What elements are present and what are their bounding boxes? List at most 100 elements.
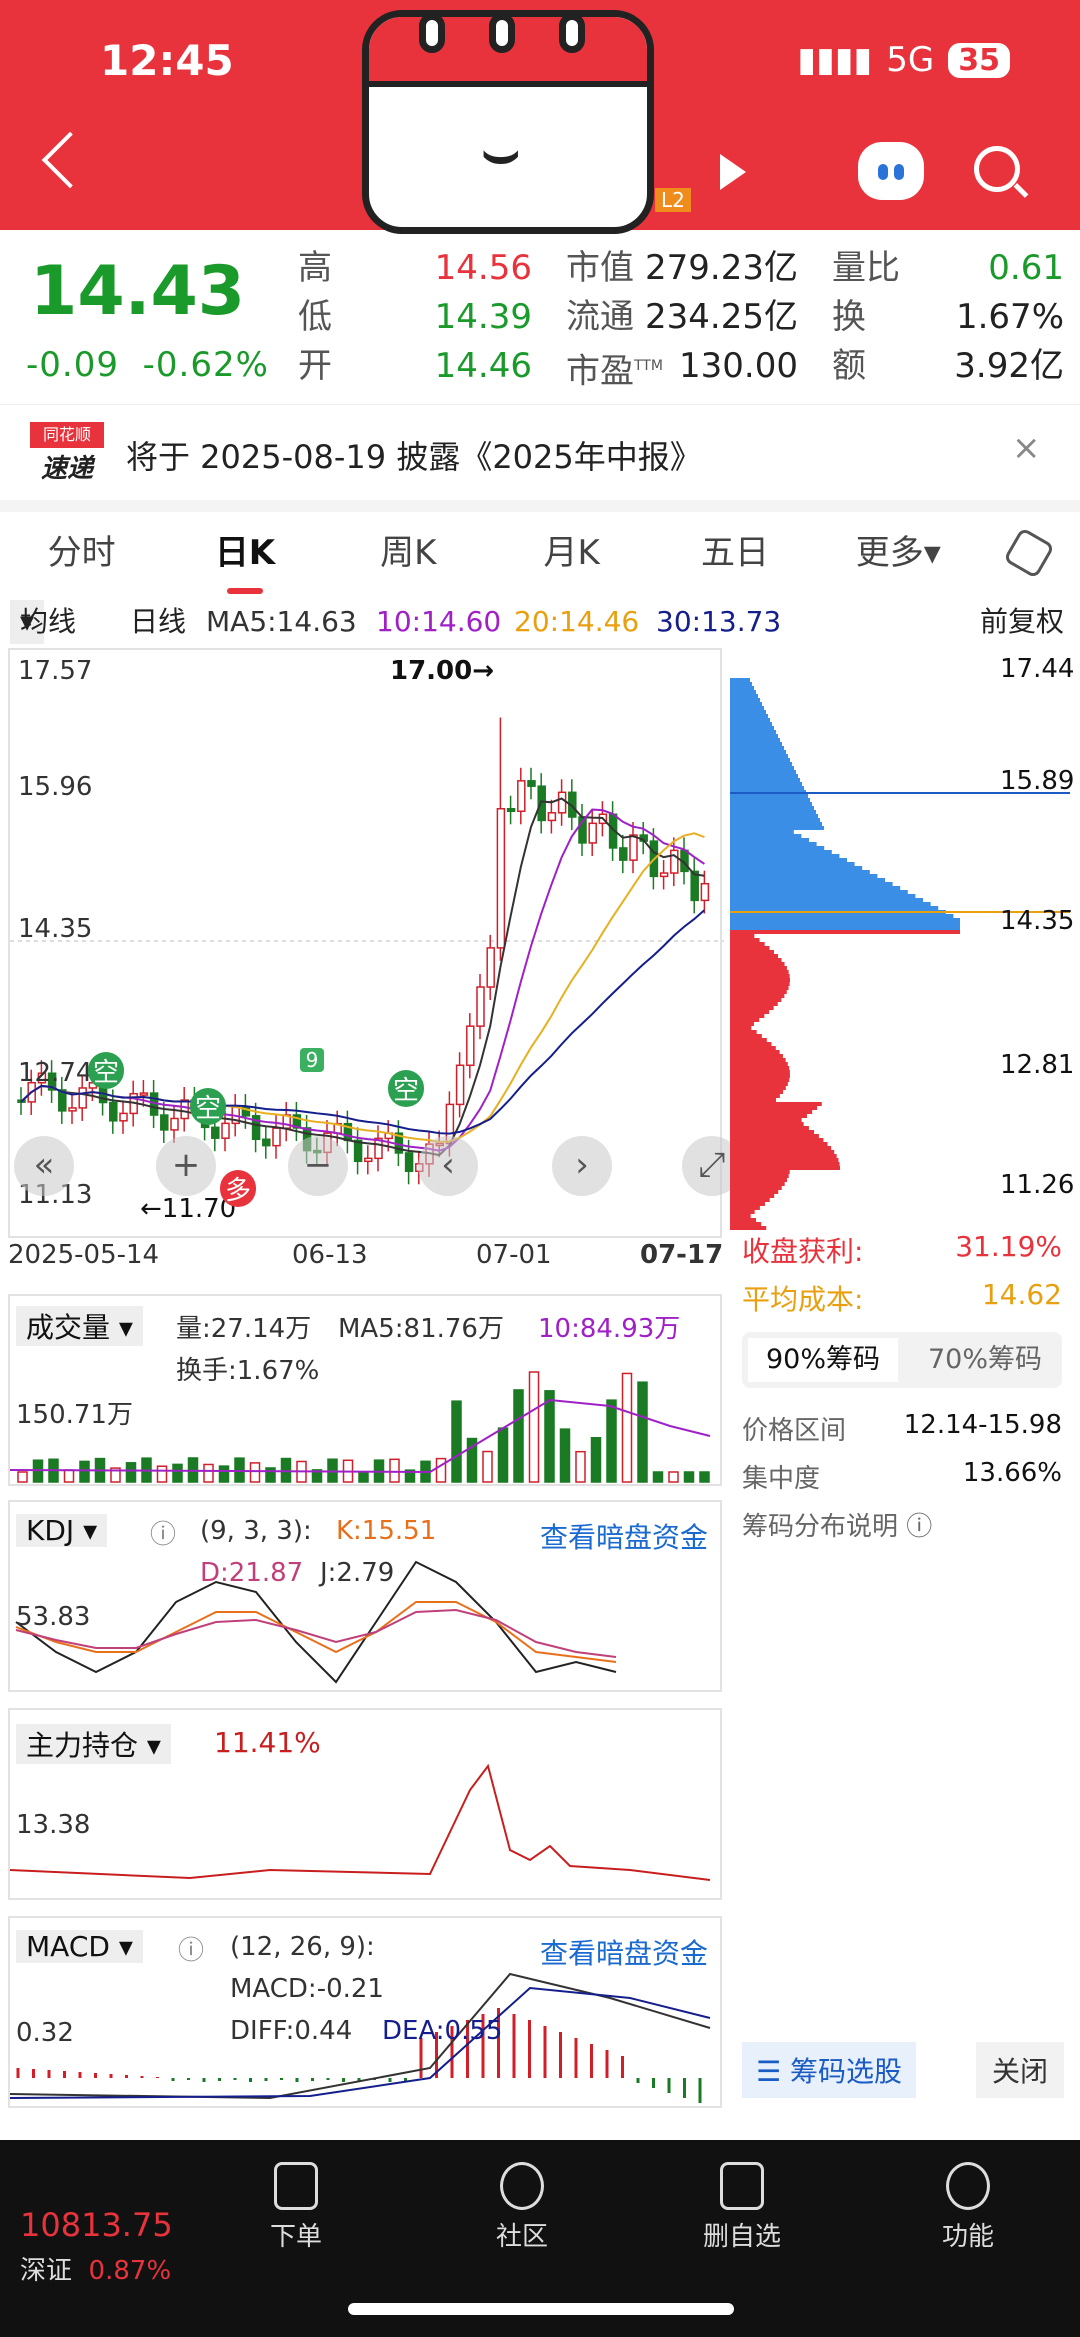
- kdj-panel[interactable]: KDJ ▾ ⓘ (9, 3, 3): K:15.51 查看暗盘资金 D:21.8…: [8, 1500, 722, 1692]
- next-stock-arrow-icon[interactable]: [720, 154, 746, 190]
- notice-banner[interactable]: 同花顺 速递 将于 2025-08-19 披露《2025年中报》 ×: [0, 410, 1080, 500]
- chip-select-button[interactable]: ☰ 筹码选股: [742, 2042, 917, 2098]
- chip-bar: [730, 782, 802, 786]
- nav-order[interactable]: 下单: [236, 2150, 356, 2253]
- main-force-selector-dropdown[interactable]: 主力持仓 ▾: [16, 1724, 171, 1764]
- signal-short-badge[interactable]: 空: [190, 1088, 226, 1125]
- cost-label: 平均成本:: [742, 1283, 864, 1316]
- chip-bar: [730, 874, 878, 878]
- signal-short-badge[interactable]: 空: [388, 1070, 424, 1107]
- dark-pool-link[interactable]: 查看暗盘资金: [540, 1516, 708, 1556]
- close-icon[interactable]: ×: [1012, 428, 1041, 468]
- help-icon[interactable]: ⓘ: [150, 1514, 176, 1551]
- scroll-left-icon[interactable]: ‹: [418, 1136, 478, 1196]
- zoom-out-arrows-icon[interactable]: «: [14, 1136, 74, 1196]
- kline-chart-panel[interactable]: 17.57 15.96 14.35 12.74 11.13 17.00→ ←11…: [8, 648, 724, 1238]
- chip-bar: [730, 750, 786, 754]
- chip-bar: [730, 1010, 770, 1014]
- adjust-mode-button[interactable]: 前复权: [980, 600, 1064, 644]
- macd-panel[interactable]: MACD ▾ ⓘ (12, 26, 9): 查看暗盘资金 MACD:-0.21 …: [8, 1916, 722, 2108]
- tab-monthly-k[interactable]: 月K: [490, 518, 653, 588]
- chip-bar: [730, 678, 750, 682]
- kline-ylabel: 12.74: [18, 1058, 93, 1088]
- chip-bar: [730, 986, 789, 990]
- chip-explain-link[interactable]: 筹码分布说明 ⓘ: [742, 1506, 932, 1543]
- chip-bar: [730, 1034, 762, 1038]
- volume-selector-dropdown[interactable]: 成交量 ▾: [16, 1306, 143, 1346]
- ma-selector-dropdown[interactable]: 均线 ▾: [10, 600, 76, 644]
- tab-more[interactable]: 更多▾: [817, 518, 980, 588]
- chip-bar: [730, 870, 870, 874]
- macd-selector-dropdown[interactable]: MACD ▾: [16, 1930, 143, 1963]
- chip-bar: [730, 934, 755, 938]
- community-star-icon: [500, 2162, 544, 2210]
- index-ticker[interactable]: 10813.75 深证 0.87%: [20, 2170, 173, 2287]
- volume-selector-label: 成交量: [26, 1311, 111, 1344]
- volume-bar: [389, 1458, 400, 1483]
- volume-ylabel: 150.71万: [16, 1400, 133, 1430]
- value-pe: 130.00: [679, 346, 798, 386]
- tab-intraday[interactable]: 分时: [0, 518, 163, 588]
- signal-long-badge[interactable]: 多: [220, 1170, 256, 1207]
- kdj-selector-dropdown[interactable]: KDJ ▾: [16, 1514, 108, 1547]
- chip-bar: [730, 798, 810, 802]
- kline-ylabel: 14.35: [18, 914, 93, 944]
- index-name: 深证: [20, 2256, 73, 2286]
- macd-value: MACD:-0.21: [230, 1974, 384, 2004]
- help-icon[interactable]: ⓘ: [178, 1930, 204, 1967]
- kline-ylabel: 15.96: [18, 772, 93, 802]
- calendar-mascot-icon[interactable]: ⌣: [362, 10, 654, 234]
- chip-bar: [730, 858, 847, 862]
- nav-community-label: 社区: [495, 2222, 548, 2252]
- zoom-in-icon[interactable]: +: [156, 1136, 216, 1196]
- nav-community[interactable]: 社区: [462, 2150, 582, 2253]
- ai-assistant-robot-icon[interactable]: [858, 142, 924, 200]
- news-logo-bottom: 速递: [40, 454, 93, 484]
- dark-pool-link[interactable]: 查看暗盘资金: [540, 1932, 708, 1972]
- tab-weekly-k[interactable]: 周K: [327, 518, 490, 588]
- signal-short-badge[interactable]: 空: [88, 1052, 124, 1089]
- tab-chip-70[interactable]: 70%筹码: [910, 1338, 1060, 1382]
- candle-body: [455, 1064, 465, 1106]
- chip-bar: [730, 718, 770, 722]
- home-indicator: [348, 2303, 734, 2315]
- volume-panel[interactable]: 成交量 ▾ 量:27.14万 MA5:81.76万 10:84.93万 换手:1…: [8, 1294, 722, 1486]
- candle-body: [109, 1101, 118, 1122]
- main-force-panel[interactable]: 主力持仓 ▾ 11.41% 13.38: [8, 1708, 722, 1900]
- chip-bar: [730, 1222, 762, 1226]
- tab-daily-k[interactable]: 日K: [163, 518, 326, 594]
- chip-bar: [730, 1138, 824, 1142]
- chip-distribution-chart[interactable]: 17.44 15.89 14.35 12.81 11.26: [730, 648, 1074, 1238]
- chip-bar: [730, 802, 812, 806]
- chip-bar: [730, 1054, 783, 1058]
- chip-bar: [730, 902, 931, 906]
- chip-bar: [730, 690, 756, 694]
- tab-chip-90[interactable]: 90%筹码: [748, 1338, 898, 1382]
- minus-icon[interactable]: −: [288, 1136, 348, 1196]
- scroll-right-icon[interactable]: ›: [552, 1136, 612, 1196]
- order-doc-icon: [274, 2162, 318, 2210]
- chip-bar: [730, 694, 758, 698]
- chip-close-button[interactable]: 关闭: [976, 2042, 1065, 2098]
- kdj-k-line: [15, 1601, 617, 1663]
- quote-panel: 14.43 -0.09 -0.62% 高 14.56 低 14.39 开 14.46 …: [0, 230, 1080, 405]
- chip-bar: [730, 1178, 788, 1182]
- volume-bar: [280, 1457, 292, 1483]
- kdj-j-value: J:2.79: [320, 1558, 395, 1588]
- chip-bar: [730, 686, 754, 690]
- nav-functions[interactable]: 功能: [908, 2150, 1028, 2253]
- volume-bar: [668, 1471, 679, 1483]
- search-icon[interactable]: [974, 146, 1020, 192]
- volume-turnover: 换手:1.67%: [176, 1356, 320, 1386]
- cost-value: 14.62: [981, 1278, 1062, 1311]
- period-tabs: 分时 日K 周K 月K 五日 更多▾: [0, 518, 1080, 594]
- chip-bar: [730, 1174, 789, 1178]
- back-arrow-icon[interactable]: [41, 131, 99, 189]
- nav-remove-watchlist[interactable]: 删自选: [682, 2150, 802, 2253]
- tab-five-day[interactable]: 五日: [653, 518, 816, 588]
- signal-nine-badge[interactable]: 9: [300, 1048, 324, 1072]
- kdj-d-value: D:21.87: [200, 1558, 304, 1588]
- chip-bar: [730, 1062, 788, 1066]
- chip-bar: [730, 830, 794, 834]
- chip-bar: [730, 1114, 807, 1118]
